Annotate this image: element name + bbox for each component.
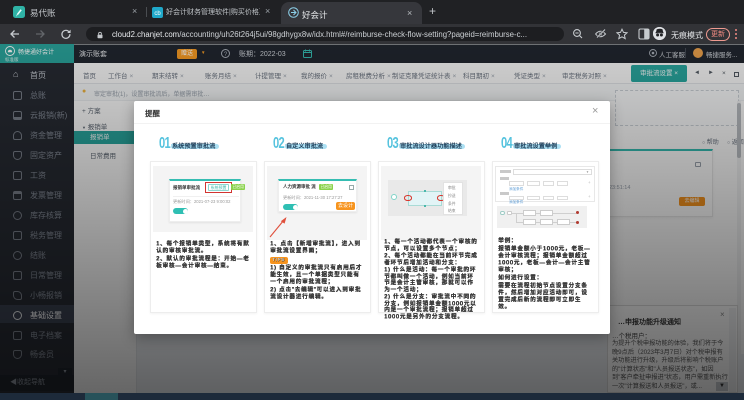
svg-text:cb: cb bbox=[154, 11, 161, 17]
